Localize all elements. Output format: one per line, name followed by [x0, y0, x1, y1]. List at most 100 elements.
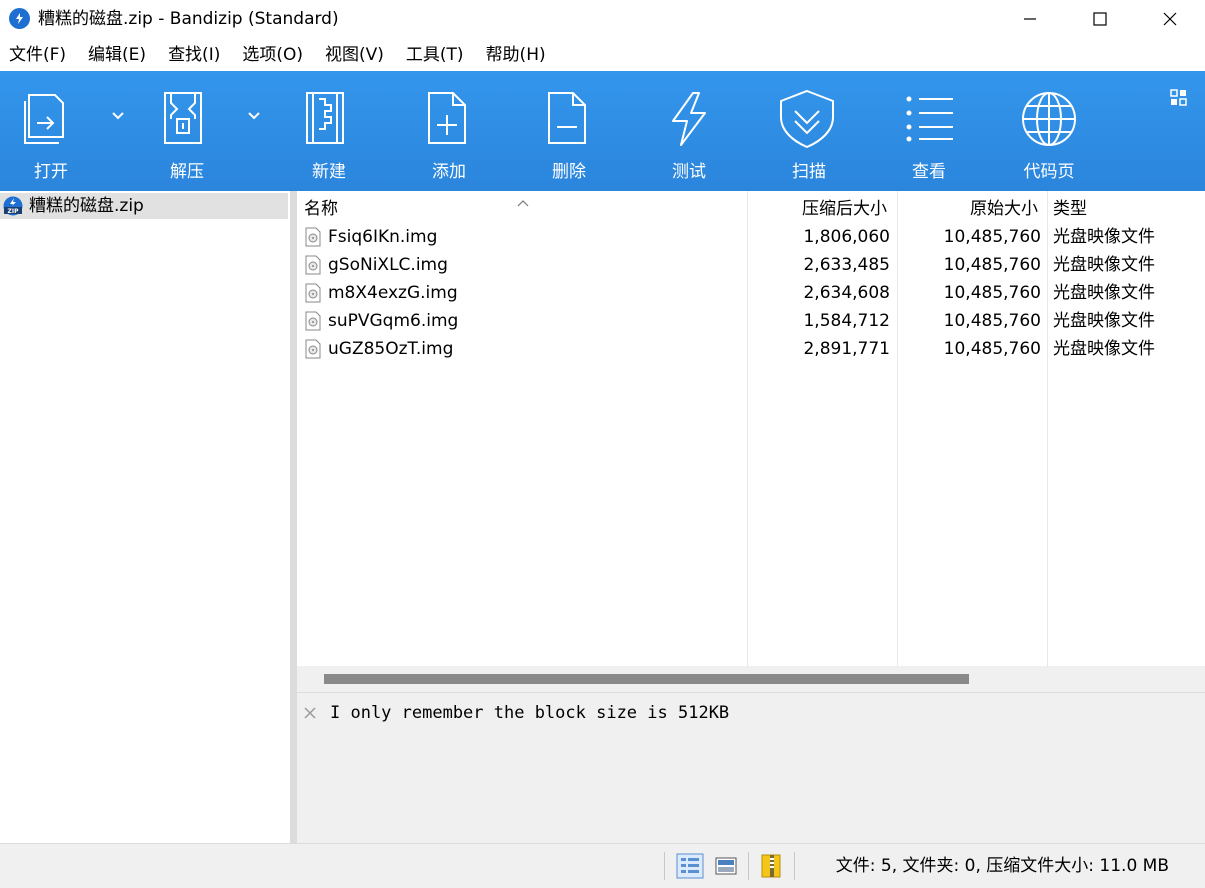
file-type: 光盘映像文件 — [1053, 311, 1155, 331]
disc-image-file-icon — [305, 255, 321, 275]
chevron-down-icon — [248, 112, 260, 120]
status-separator — [748, 852, 749, 880]
view-label: 查看 — [912, 162, 946, 182]
close-button[interactable] — [1135, 0, 1205, 38]
test-button[interactable]: 测试 — [634, 71, 744, 191]
new-label: 新建 — [312, 162, 346, 182]
menu-options[interactable]: 选项(O) — [233, 40, 312, 70]
file-name: m8X4exzG.img — [328, 283, 458, 303]
pane-splitter[interactable] — [290, 191, 297, 843]
file-name: uGZ85OzT.img — [328, 339, 454, 359]
menu-view[interactable]: 视图(V) — [316, 40, 393, 70]
compressed-size: 1,806,060 — [803, 227, 890, 247]
file-type: 光盘映像文件 — [1053, 283, 1155, 303]
scan-label: 扫描 — [792, 162, 826, 182]
original-size: 10,485,760 — [943, 255, 1041, 275]
file-type: 光盘映像文件 — [1053, 227, 1155, 247]
compressed-size: 1,584,712 — [803, 311, 890, 331]
codepage-label: 代码页 — [1023, 162, 1075, 182]
file-list: 名称 压缩后大小 原始大小 类型 Fsiq6IKn.img 1,806,060 … — [297, 191, 1205, 666]
file-name: suPVGqm6.img — [328, 311, 459, 331]
sort-ascending-icon — [517, 192, 529, 211]
details-view-icon — [676, 853, 704, 879]
file-name: gSoNiXLC.img — [328, 255, 448, 275]
layout-button[interactable] — [1170, 89, 1188, 111]
folder-tree: ZIP 糟糕的磁盘.zip — [0, 191, 290, 843]
file-name: Fsiq6IKn.img — [328, 227, 438, 247]
file-type: 光盘映像文件 — [1053, 255, 1155, 275]
open-archive-icon — [24, 94, 64, 144]
menu-edit[interactable]: 编辑(E) — [79, 40, 155, 70]
close-comment-button[interactable] — [303, 705, 317, 724]
file-type: 光盘映像文件 — [1053, 339, 1155, 359]
close-icon — [304, 707, 316, 719]
compressed-size: 2,891,771 — [803, 339, 890, 359]
chevron-down-icon — [112, 112, 124, 120]
archive-comment-text: I only remember the block size is 512KB — [330, 703, 730, 723]
extract-dropdown-arrow[interactable] — [246, 107, 266, 127]
archive-info-icon — [761, 854, 781, 878]
open-dropdown-arrow[interactable] — [110, 107, 130, 127]
new-archive-button[interactable]: 新建 — [274, 71, 384, 191]
tree-item-archive[interactable]: ZIP 糟糕的磁盘.zip — [0, 193, 288, 219]
test-label: 测试 — [672, 162, 706, 182]
thumbnail-view-button[interactable] — [715, 857, 737, 879]
svg-text:ZIP: ZIP — [8, 208, 20, 215]
view-button[interactable]: 查看 — [874, 71, 984, 191]
compressed-size: 2,633,485 — [803, 255, 890, 275]
title-bar: 糟糕的磁盘.zip - Bandizip (Standard) — [0, 0, 1205, 38]
disc-image-file-icon — [305, 227, 321, 247]
menu-bar: 文件(F) 编辑(E) 查找(I) 选项(O) 视图(V) 工具(T) 帮助(H… — [0, 40, 1205, 70]
column-header-original[interactable]: 原始大小 — [970, 198, 1038, 220]
status-summary: 文件: 5, 文件夹: 0, 压缩文件大小: 11.0 MB — [835, 856, 1169, 876]
bandizip-app-icon — [9, 8, 30, 29]
status-bar: 文件: 5, 文件夹: 0, 压缩文件大小: 11.0 MB — [0, 843, 1205, 888]
column-header-name[interactable]: 名称 — [304, 198, 338, 220]
close-icon — [1163, 12, 1177, 26]
column-header-compressed[interactable]: 压缩后大小 — [802, 198, 887, 220]
original-size: 10,485,760 — [943, 311, 1041, 331]
disc-image-file-icon — [305, 283, 321, 303]
archive-info-button[interactable] — [760, 853, 784, 883]
open-button[interactable]: 打开 — [0, 71, 106, 191]
table-row[interactable]: suPVGqm6.img 1,584,712 10,485,760 光盘映像文件 — [297, 307, 1205, 335]
add-file-icon — [428, 92, 466, 144]
status-separator — [664, 852, 665, 880]
delete-file-icon — [548, 92, 586, 144]
codepage-globe-icon — [1022, 92, 1076, 146]
minimize-button[interactable] — [995, 0, 1065, 38]
toolbar: 打开 解压 新建 添加 删除 测试 扫描 查看 代码页 — [0, 71, 1205, 191]
tree-item-label: 糟糕的磁盘.zip — [29, 196, 144, 216]
table-row[interactable]: Fsiq6IKn.img 1,806,060 10,485,760 光盘映像文件 — [297, 223, 1205, 251]
table-row[interactable]: gSoNiXLC.img 2,633,485 10,485,760 光盘映像文件 — [297, 251, 1205, 279]
horizontal-scrollbar[interactable] — [297, 666, 1205, 692]
codepage-button[interactable]: 代码页 — [994, 71, 1104, 191]
extract-icon — [164, 92, 202, 144]
zip-icon: ZIP — [3, 196, 23, 216]
maximize-button[interactable] — [1065, 0, 1135, 38]
scrollbar-thumb[interactable] — [324, 674, 969, 684]
extract-label: 解压 — [170, 162, 204, 182]
original-size: 10,485,760 — [943, 283, 1041, 303]
details-view-button[interactable] — [676, 853, 704, 883]
disc-image-file-icon — [305, 339, 321, 359]
table-row[interactable]: uGZ85OzT.img 2,891,771 10,485,760 光盘映像文件 — [297, 335, 1205, 363]
add-button[interactable]: 添加 — [394, 71, 504, 191]
view-list-icon — [906, 96, 953, 142]
menu-tools[interactable]: 工具(T) — [397, 40, 473, 70]
minimize-icon — [1024, 18, 1036, 20]
scan-button[interactable]: 扫描 — [754, 71, 864, 191]
new-archive-icon — [306, 92, 344, 144]
open-label: 打开 — [34, 162, 68, 182]
maximize-icon — [1093, 12, 1107, 26]
extract-button[interactable]: 解压 — [132, 71, 242, 191]
window-title: 糟糕的磁盘.zip - Bandizip (Standard) — [38, 9, 339, 29]
layout-grid-icon — [1170, 89, 1187, 106]
menu-help[interactable]: 帮助(H) — [477, 40, 555, 70]
delete-button[interactable]: 删除 — [514, 71, 624, 191]
table-row[interactable]: m8X4exzG.img 2,634,608 10,485,760 光盘映像文件 — [297, 279, 1205, 307]
menu-find[interactable]: 查找(I) — [159, 40, 229, 70]
column-header-type[interactable]: 类型 — [1053, 198, 1087, 220]
scan-shield-icon — [780, 89, 834, 149]
menu-file[interactable]: 文件(F) — [0, 40, 75, 70]
